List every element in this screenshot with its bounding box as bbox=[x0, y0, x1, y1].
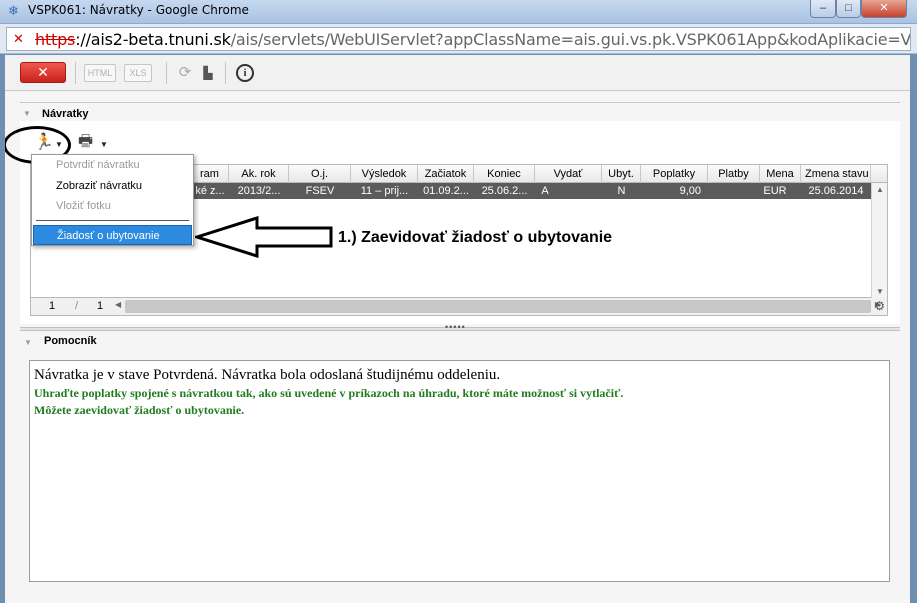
table-cell: 9,00 bbox=[679, 185, 701, 197]
gear-icon[interactable]: ⚙ bbox=[874, 299, 885, 313]
col-header-koniec[interactable]: Koniec bbox=[474, 165, 535, 183]
navratky-header bbox=[20, 103, 900, 121]
actions-dropdown-menu: Potvrdiť návratku Zobraziť návratku Vlož… bbox=[31, 154, 194, 246]
info-icon[interactable]: i bbox=[236, 64, 254, 82]
printer-icon[interactable]: 🖶 bbox=[78, 132, 100, 152]
menu-separator bbox=[36, 220, 189, 221]
window-titlebar: ❄ VSPK061: Návratky - Google Chrome – □ … bbox=[0, 0, 917, 24]
table-cell: N bbox=[617, 185, 626, 197]
minimize-button[interactable]: – bbox=[810, 0, 836, 18]
collapse-triangle-icon[interactable]: ▼ bbox=[24, 338, 32, 347]
collapse-triangle-icon[interactable]: ▼ bbox=[23, 109, 31, 118]
table-cell: A bbox=[541, 185, 549, 197]
col-header-zaciatok[interactable]: Začiatok bbox=[418, 165, 474, 183]
pager-current: 1 bbox=[49, 300, 56, 312]
menu-item-ziadost-o-ubytovanie[interactable]: Žiadosť o ubytovanie bbox=[33, 225, 192, 245]
help-instruction-1: Uhraďte poplatky spojené s návratkou tak… bbox=[34, 386, 624, 400]
chevron-down-icon[interactable]: ▼ bbox=[100, 140, 108, 149]
url-host: ais2-beta.tnuni.sk bbox=[90, 30, 231, 49]
scroll-down-icon[interactable]: ▼ bbox=[876, 287, 884, 296]
table-cell: 01.09.2... bbox=[423, 185, 469, 197]
table-cell bbox=[708, 183, 760, 199]
table-pager: 1 / 1 ◀ ▶ ⚙ bbox=[30, 298, 888, 316]
annotation-arrow-icon bbox=[195, 216, 333, 258]
panel-splitter[interactable]: ••••• bbox=[20, 322, 900, 332]
window-title: VSPK061: Návratky - Google Chrome bbox=[28, 3, 249, 17]
col-header-vydat[interactable]: Vydať bbox=[535, 165, 602, 183]
vertical-scrollbar[interactable]: ▲ ▼ bbox=[871, 183, 887, 298]
window-left-edge bbox=[0, 55, 5, 603]
col-header-ak-rok[interactable]: Ak. rok bbox=[229, 165, 289, 183]
col-header-zmena-stavu[interactable]: Zmena stavu bbox=[801, 165, 871, 183]
export-html-button[interactable]: HTML bbox=[84, 64, 116, 82]
table-cell: 25.06.2014 bbox=[808, 185, 864, 197]
pomocnik-title: Pomocník bbox=[44, 335, 97, 347]
col-header-program[interactable]: ram bbox=[191, 165, 229, 183]
hierarchy-icon[interactable]: ▙ bbox=[198, 63, 218, 83]
pager-separator: / bbox=[75, 300, 79, 312]
help-status-text: Návratka je v stave Potvrdená. Návratka … bbox=[34, 367, 501, 383]
maximize-button[interactable]: □ bbox=[836, 0, 861, 18]
splitter-grip-icon[interactable]: ••••• bbox=[445, 322, 466, 332]
help-instruction-2: Môžete zaevidovať žiadosť o ubytovanie. bbox=[34, 403, 245, 417]
table-cell: ké z... bbox=[195, 185, 225, 197]
menu-item-potvrdit-navratku[interactable]: Potvrdiť návratku bbox=[33, 155, 192, 175]
url-path: /ais/servlets/WebUIServlet?appClassName=… bbox=[230, 30, 910, 49]
toolbar-separator bbox=[166, 62, 167, 84]
table-cell: EUR bbox=[763, 185, 787, 197]
col-header-oj[interactable]: O.j. bbox=[289, 165, 351, 183]
pomocnik-content: Návratka je v stave Potvrdená. Návratka … bbox=[29, 360, 890, 582]
url-text[interactable]: https://ais2-beta.tnuni.sk/ais/servlets/… bbox=[35, 30, 910, 49]
col-header-platby[interactable]: Platby bbox=[708, 165, 760, 183]
table-cell: 11 – prij... bbox=[360, 185, 409, 197]
main-toolbar: ✕ HTML XLS ⟳ ▙ i bbox=[0, 55, 917, 91]
url-host-prefix: :// bbox=[75, 30, 91, 49]
app-snowflake-icon: ❄ bbox=[8, 3, 19, 18]
table-cell: 2013/2... bbox=[237, 185, 281, 197]
refresh-icon[interactable]: ⟳ bbox=[175, 63, 195, 83]
url-protocol: https bbox=[35, 30, 76, 49]
window-right-edge bbox=[910, 55, 917, 603]
address-bar: ✕ https://ais2-beta.tnuni.sk/ais/servlet… bbox=[0, 24, 917, 54]
col-header-mena[interactable]: Mena bbox=[760, 165, 801, 183]
pager-total: 1 bbox=[97, 300, 104, 312]
menu-item-zobrazit-navratku[interactable]: Zobraziť návratku bbox=[33, 176, 192, 196]
menu-item-vlozit-fotku[interactable]: Vložiť fotku bbox=[33, 196, 192, 216]
export-xls-button[interactable]: XLS bbox=[124, 64, 152, 82]
toolbar-separator bbox=[225, 62, 226, 84]
col-header-ubyt[interactable]: Ubyt. bbox=[602, 165, 641, 183]
navratky-title: Návratky bbox=[42, 108, 89, 120]
table-cell: FSEV bbox=[305, 185, 335, 197]
url-field[interactable]: ✕ https://ais2-beta.tnuni.sk/ais/servlet… bbox=[6, 27, 911, 51]
table-cell: 25.06.2... bbox=[481, 185, 528, 197]
col-header-vysledok[interactable]: Výsledok bbox=[351, 165, 418, 183]
col-header-poplatky[interactable]: Poplatky bbox=[641, 165, 708, 183]
annotation-text: 1.) Zaevidovať žiadosť o ubytovanie bbox=[338, 229, 613, 246]
window-close-button[interactable]: ✕ bbox=[861, 0, 907, 18]
toolbar-separator bbox=[75, 62, 76, 84]
scroll-left-icon[interactable]: ◀ bbox=[115, 300, 121, 309]
insecure-lock-icon[interactable]: ✕ bbox=[13, 31, 29, 47]
scroll-up-icon[interactable]: ▲ bbox=[876, 185, 884, 194]
close-app-button[interactable]: ✕ bbox=[20, 62, 66, 83]
horizontal-scrollbar[interactable]: ◀ ▶ bbox=[115, 300, 881, 313]
